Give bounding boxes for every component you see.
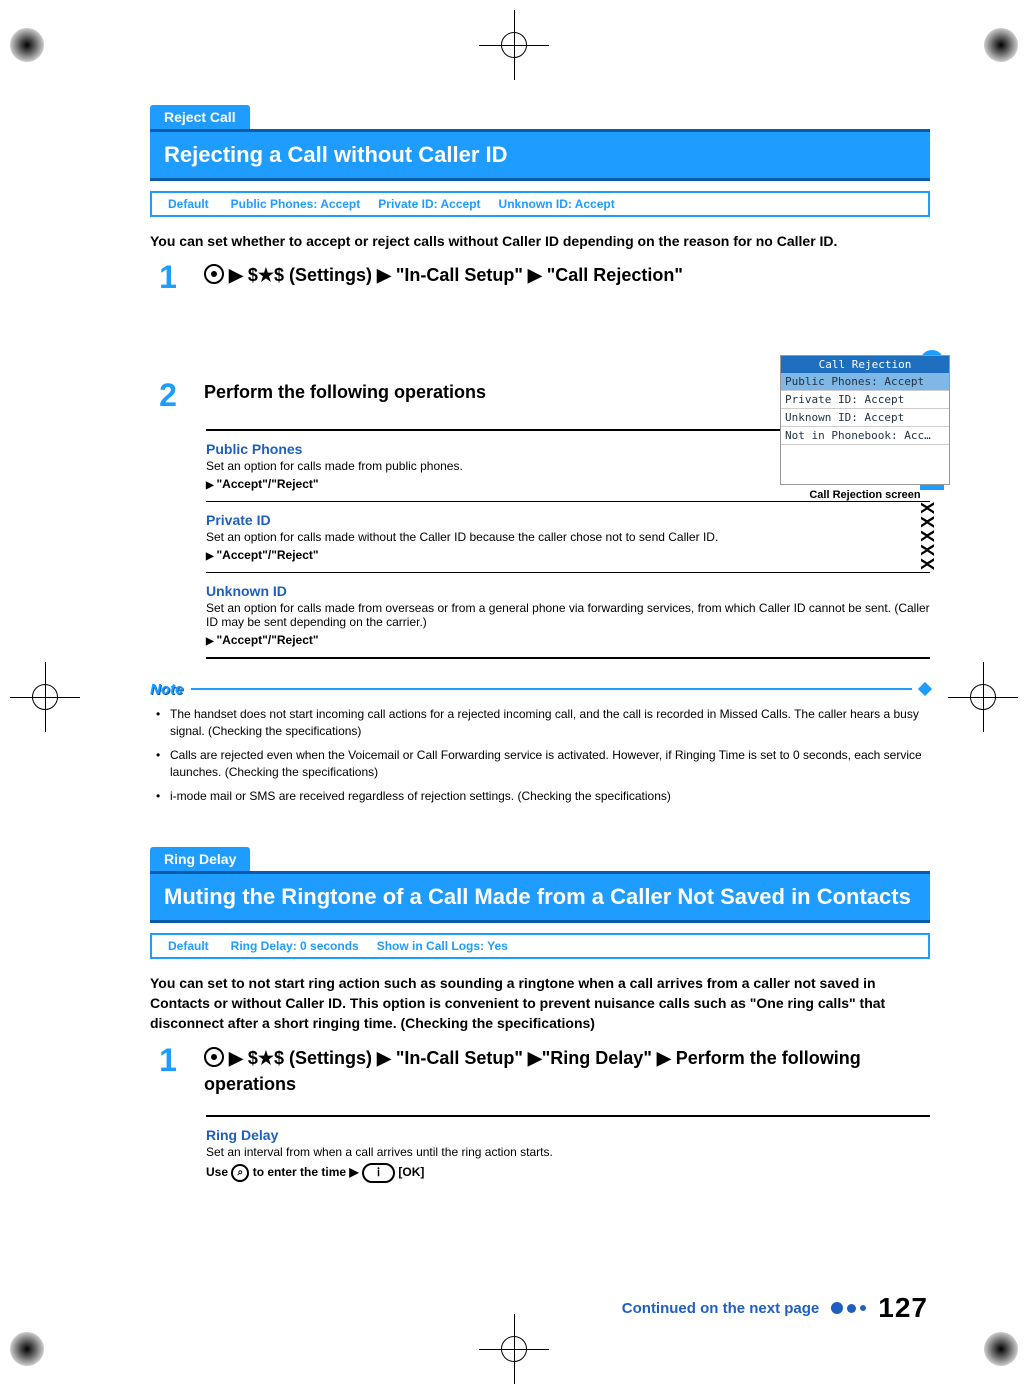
center-key-icon (204, 1047, 224, 1067)
step-number: 1 (150, 261, 186, 293)
dots-icon (831, 1302, 866, 1314)
operations-list: Ring Delay Set an interval from when a c… (206, 1115, 930, 1183)
step-text: ▶ $★$ (Settings) ▶ "In-Call Setup" ▶ "Ca… (224, 265, 683, 285)
op-title: Ring Delay (206, 1127, 930, 1143)
continued-text: Continued on the next page (622, 1300, 820, 1317)
divider (206, 572, 930, 573)
op-desc: Set an option for calls made without the… (206, 530, 930, 544)
op-instruction: Use ⌕ to enter the time ▶ ｉ [OK] (206, 1163, 930, 1183)
op-value: "Accept"/"Reject" (206, 633, 930, 647)
screen-title: Call Rejection (781, 356, 949, 373)
registration-mark (2, 1324, 52, 1374)
note-item: Calls are rejected even when the Voicema… (156, 747, 930, 782)
divider (206, 1115, 930, 1117)
op-desc: Set an interval from when a call arrives… (206, 1145, 930, 1159)
section-intro: You can set to not start ring action suc… (150, 973, 930, 1034)
default-values: Ring Delay: 0 seconds Show in Call Logs:… (225, 935, 514, 957)
crop-mark-icon (10, 662, 80, 732)
note-block: Note The handset does not start incoming… (150, 681, 930, 805)
screenshot-caption: Call Rejection screen (780, 489, 950, 501)
screen-row: Public Phones: Accept (781, 373, 949, 391)
center-key-icon (204, 264, 224, 284)
diamond-icon (918, 682, 932, 696)
section-title: Rejecting a Call without Caller ID (150, 129, 930, 181)
note-list: The handset does not start incoming call… (156, 706, 930, 805)
default-values: Public Phones: Accept Private ID: Accept… (225, 193, 621, 215)
screen-row: Private ID: Accept (781, 391, 949, 409)
default-label: Default (152, 935, 225, 957)
crop-mark-icon (948, 662, 1018, 732)
default-value: Private ID: Accept (378, 197, 480, 211)
section-tag: Reject Call (150, 105, 250, 129)
softkey-icon: ｉ (362, 1163, 395, 1183)
phone-screenshot: Call Rejection Public Phones: Accept Pri… (780, 355, 950, 501)
section-reject-call: Reject Call Rejecting a Call without Cal… (150, 105, 930, 805)
step-text: ▶ $★$ (Settings) ▶ "In-Call Setup" ▶"Rin… (204, 1048, 861, 1094)
step-number: 1 (150, 1044, 186, 1076)
section-tag: Ring Delay (150, 847, 250, 871)
registration-mark (2, 20, 52, 70)
step-instruction: ▶ $★$ (Settings) ▶ "In-Call Setup" ▶ "Ca… (204, 261, 930, 288)
default-row: Default Ring Delay: 0 seconds Show in Ca… (150, 933, 930, 959)
section-intro: You can set whether to accept or reject … (150, 231, 930, 251)
default-row: Default Public Phones: Accept Private ID… (150, 191, 930, 217)
divider (206, 501, 930, 502)
crop-mark-icon (479, 1314, 549, 1384)
divider (206, 657, 930, 659)
default-value: Public Phones: Accept (231, 197, 361, 211)
page-content: Reject Call Rejecting a Call without Cal… (150, 105, 930, 1183)
page-number: 127 (878, 1292, 928, 1324)
default-value: Ring Delay: 0 seconds (231, 939, 359, 953)
instr-text: Use (206, 1165, 231, 1179)
op-value: "Accept"/"Reject" (206, 548, 930, 562)
default-value: Show in Call Logs: Yes (377, 939, 508, 953)
step-1: 1 ▶ $★$ (Settings) ▶ "In-Call Setup" ▶"R… (150, 1044, 930, 1097)
screen-row: Not in Phonebook: Acc… (781, 427, 949, 445)
registration-mark (976, 20, 1026, 70)
crop-mark-icon (479, 10, 549, 80)
dial-key-icon: ⌕ (231, 1164, 249, 1182)
screen-row: Unknown ID: Accept (781, 409, 949, 427)
page-footer: Continued on the next page 127 (150, 1292, 928, 1324)
note-item: The handset does not start incoming call… (156, 706, 930, 741)
default-value: Unknown ID: Accept (499, 197, 615, 211)
op-title: Unknown ID (206, 583, 930, 599)
section-title: Muting the Ringtone of a Call Made from … (150, 871, 930, 923)
note-label: Note (150, 681, 183, 698)
instr-text: to enter the time ▶ (249, 1165, 362, 1179)
step-instruction: ▶ $★$ (Settings) ▶ "In-Call Setup" ▶"Rin… (204, 1044, 930, 1097)
registration-mark (976, 1324, 1026, 1374)
note-line-icon (191, 688, 912, 690)
phone-screen: Call Rejection Public Phones: Accept Pri… (780, 355, 950, 485)
step-number: 2 (150, 379, 186, 411)
section-ring-delay: Ring Delay Muting the Ringtone of a Call… (150, 847, 930, 1183)
op-title: Private ID (206, 512, 930, 528)
op-desc: Set an option for calls made from overse… (206, 601, 930, 629)
step-1: 1 ▶ $★$ (Settings) ▶ "In-Call Setup" ▶ "… (150, 261, 930, 293)
note-item: i-mode mail or SMS are received regardle… (156, 788, 930, 805)
instr-text: [OK] (395, 1165, 424, 1179)
note-heading: Note (150, 681, 930, 698)
default-label: Default (152, 193, 225, 215)
